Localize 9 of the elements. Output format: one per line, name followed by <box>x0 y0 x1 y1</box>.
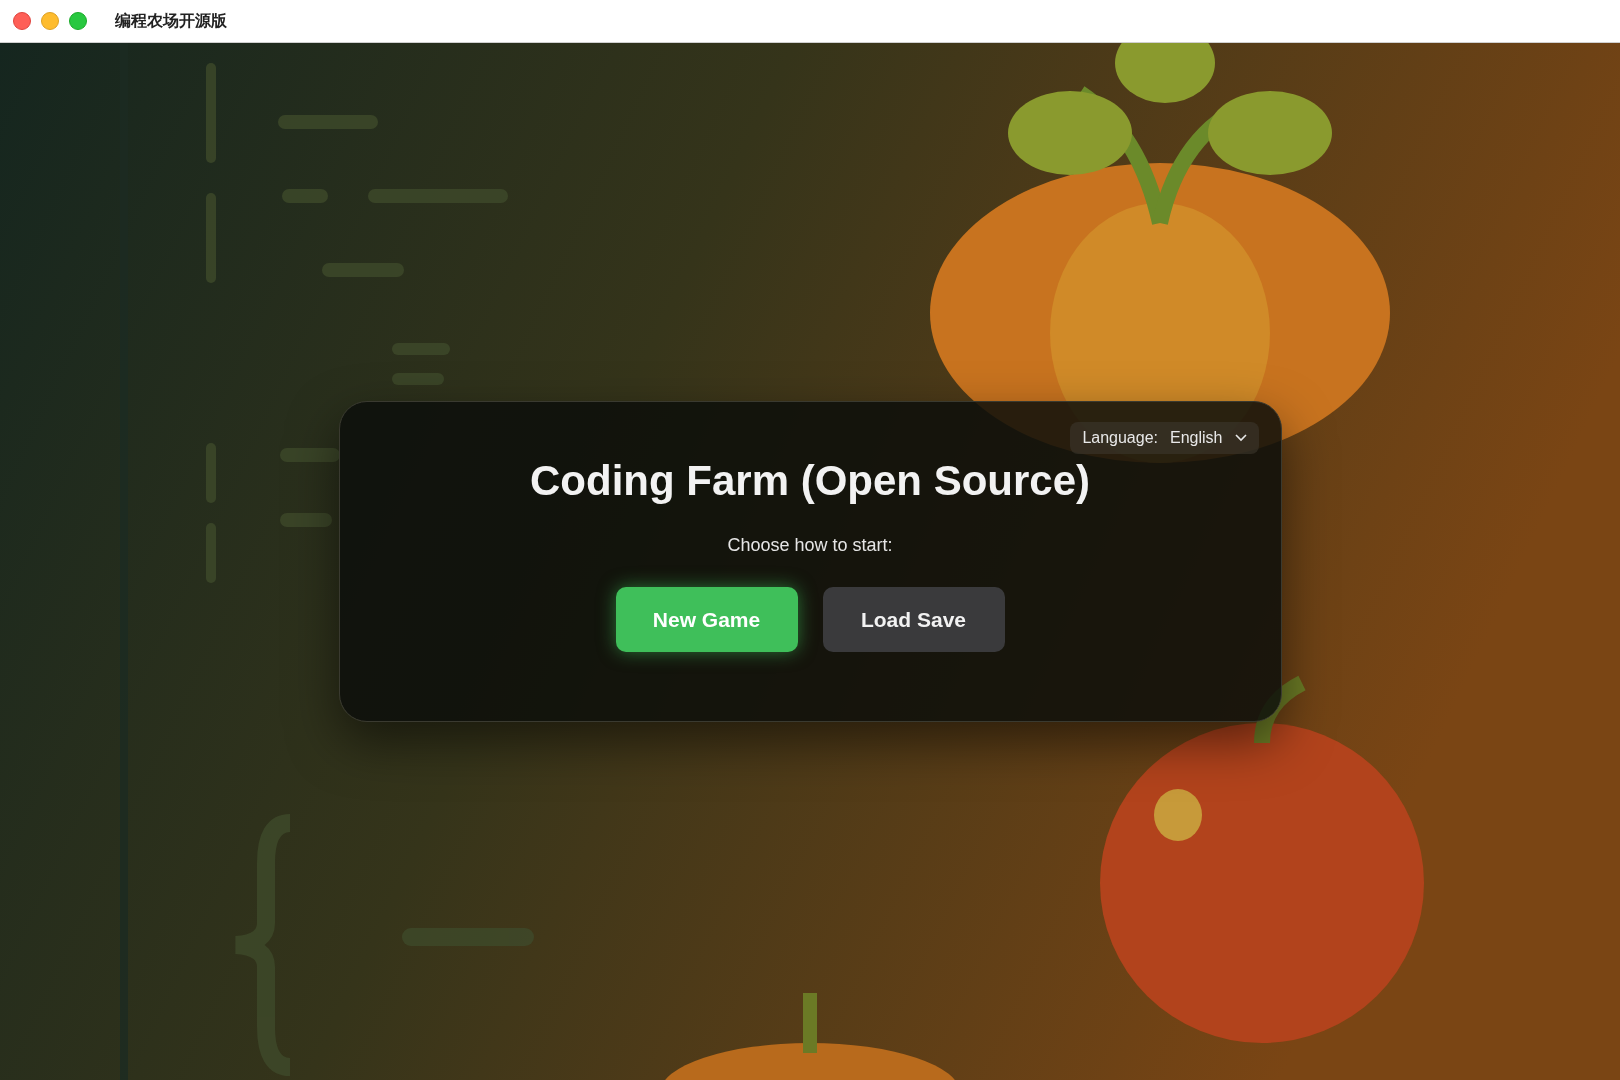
chevron-down-icon <box>1234 434 1247 442</box>
window-title: 编程农场开源版 <box>115 10 227 32</box>
start-button[interactable]: Load Save <box>822 587 1005 652</box>
maximize-button[interactable] <box>69 12 87 30</box>
dialog-title: Coding Farm (Open Source) <box>530 460 1090 502</box>
dialog-prompt: Choose how to start: <box>727 534 893 557</box>
language-dropdown[interactable]: Language: English <box>1070 422 1259 454</box>
close-button[interactable] <box>13 12 31 30</box>
minimize-button[interactable] <box>41 12 59 30</box>
